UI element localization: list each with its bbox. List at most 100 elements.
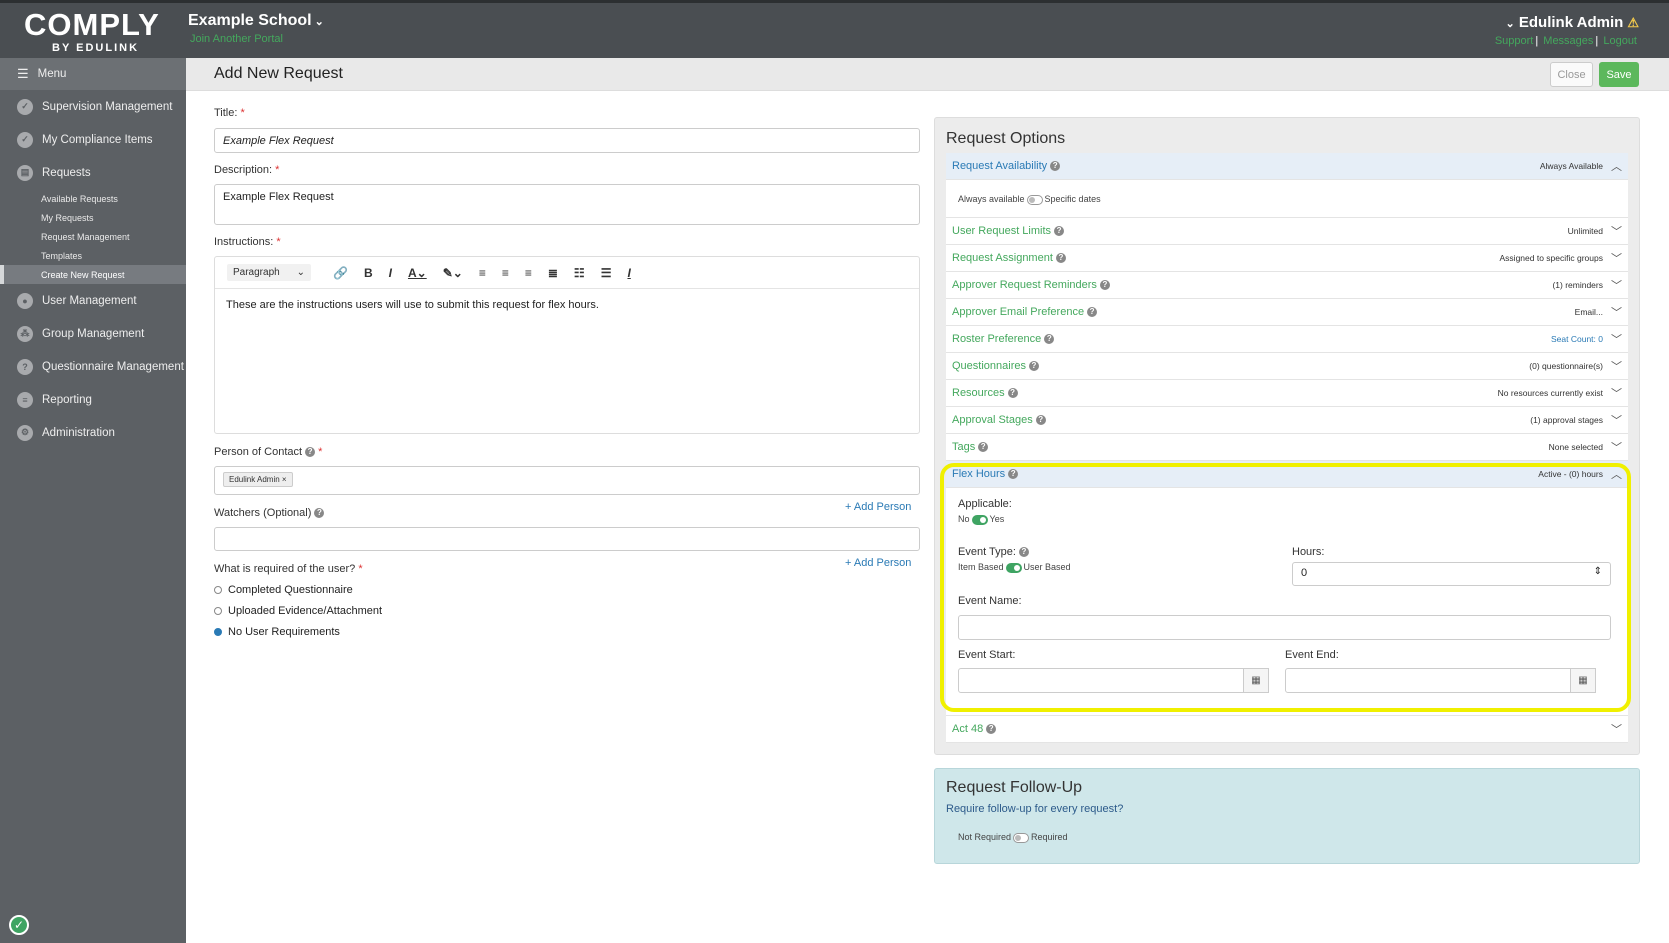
chevron-down-icon: ﹀ [1611,388,1622,400]
text-color-icon[interactable]: A⌄ [408,266,427,280]
help-icon[interactable]: ? [1035,415,1046,426]
sidebar-item-reporting[interactable]: ≡ Reporting [0,383,186,416]
save-button[interactable]: Save [1599,62,1639,87]
sidebar-sub-request-management[interactable]: Request Management [0,227,186,246]
sidebar-sub-available-requests[interactable]: Available Requests [0,189,186,208]
help-icon[interactable]: ? [1007,388,1018,399]
option-flex-hours[interactable]: Flex Hours? Active - (0) hours ︿ [946,461,1628,488]
option-request-availability[interactable]: Request Availability? Always Available ︿ [946,153,1628,180]
comply-logo[interactable]: COMPLY BY EDULINK [0,3,186,58]
school-selector[interactable]: Example School ⌄ [188,12,324,30]
event-name-label: Event Name: [958,595,1022,607]
bold-icon[interactable]: B [364,266,373,280]
help-icon[interactable]: ? [314,508,325,519]
help-icon[interactable]: ? [1008,469,1019,480]
align-right-icon[interactable]: ≡ [525,266,532,280]
sidebar-item-administration[interactable]: ⚙ Administration [0,416,186,449]
event-type-toggle[interactable] [1005,562,1022,573]
sidebar-item-user-management[interactable]: ● User Management [0,284,186,317]
sidebar-item-questionnaire-management[interactable]: ? Questionnaire Management [0,350,186,383]
option-approver-email-preference[interactable]: Approver Email Preference? Email... ﹀ [946,299,1628,326]
clear-format-icon[interactable]: I [627,266,630,280]
event-name-input[interactable] [958,615,1611,640]
add-contact-person-link[interactable]: + Add Person [845,501,911,513]
contact-input[interactable]: Edulink Admin × [214,466,920,495]
bullet-list-icon[interactable]: ☷ [574,266,585,280]
contact-tag[interactable]: Edulink Admin × [223,472,293,487]
highlight-color-icon[interactable]: ✎⌄ [443,266,463,280]
messages-link[interactable]: Messages [1543,35,1593,47]
option-user-request-limits[interactable]: User Request Limits? Unlimited ﹀ [946,218,1628,245]
help-icon[interactable]: ? [1055,253,1066,264]
radio-no-user-requirements[interactable]: No User Requirements [214,626,340,638]
option-value: Email... [1574,307,1603,317]
radio-uploaded-evidence[interactable]: Uploaded Evidence/Attachment [214,605,382,617]
help-icon[interactable]: ? [305,447,316,458]
join-portal-link[interactable]: Join Another Portal [190,33,283,45]
help-icon[interactable]: ? [978,442,989,453]
numbered-list-icon[interactable]: ☰ [601,266,612,280]
radio-dot[interactable] [214,586,222,594]
logout-link[interactable]: Logout [1603,35,1637,47]
admin-menu[interactable]: ⌄ Edulink Admin ⚠ [1506,14,1640,31]
radio-dot[interactable] [214,628,222,636]
option-resources[interactable]: Resources? No resources currently exist ﹀ [946,380,1628,407]
event-end-input[interactable] [1285,668,1571,693]
stepper-icon[interactable]: ⇕ [1594,566,1602,577]
sidebar-item-compliance[interactable]: ✓ My Compliance Items [0,123,186,156]
radio-dot[interactable] [214,607,222,615]
event-start-input[interactable] [958,668,1244,693]
sidebar-item-supervision[interactable]: ✓ Supervision Management [0,90,186,123]
chevron-down-icon: ⌄ [1505,18,1515,30]
option-tags[interactable]: Tags? None selected ﹀ [946,434,1628,461]
applicable-toggle[interactable] [971,514,988,525]
calendar-icon[interactable]: ▦ [1571,668,1596,693]
align-left-icon[interactable]: ≡ [479,266,486,280]
status-check-icon[interactable]: ✓ [9,915,29,935]
calendar-icon[interactable]: ▦ [1244,668,1269,693]
option-approver-request-reminders[interactable]: Approver Request Reminders? (1) reminders… [946,272,1628,299]
option-approval-stages[interactable]: Approval Stages? (1) approval stages ﹀ [946,407,1628,434]
add-watcher-person-link[interactable]: + Add Person [845,557,911,569]
instructions-text[interactable]: These are the instructions users will us… [215,289,919,321]
link-icon[interactable]: 🔗 [333,266,348,280]
help-icon[interactable]: ? [1087,307,1098,318]
align-center-icon[interactable]: ≡ [502,266,509,280]
option-name-text: Act 48 [952,723,984,735]
help-icon[interactable]: ? [1054,226,1065,237]
sidebar-sub-templates[interactable]: Templates [0,246,186,265]
help-icon[interactable]: ? [1044,334,1055,345]
sidebar-sub-create-new-request[interactable]: Create New Request [0,265,186,284]
option-request-assignment[interactable]: Request Assignment? Assigned to specific … [946,245,1628,272]
help-icon[interactable]: ? [986,724,997,735]
help-icon[interactable]: ? [1029,361,1039,372]
menu-toggle[interactable]: ☰ Menu [0,58,186,90]
help-icon[interactable]: ? [1018,547,1029,558]
align-justify-icon[interactable]: ≣ [548,266,558,280]
contact-label: Person of Contact? * [214,446,322,458]
sidebar-sub-my-requests[interactable]: My Requests [0,208,186,227]
sidebar-item-group-management[interactable]: ⁂ Group Management [0,317,186,350]
chevron-up-icon: ︿ [1611,161,1622,173]
toggle-right-label: Yes [989,514,1005,524]
watchers-input[interactable] [214,527,920,551]
option-roster-preference[interactable]: Roster Preference? Seat Count: 0 ﹀ [946,326,1628,353]
radio-completed-questionnaire[interactable]: Completed Questionnaire [214,584,353,596]
instructions-editor[interactable]: Paragraph ⌄ 🔗 B I A⌄ ✎⌄ ≡ ≡ ≡ ≣ ☷ ☰ I Th… [214,256,920,434]
availability-toggle[interactable] [1026,194,1043,205]
paragraph-select[interactable]: Paragraph ⌄ [227,264,311,281]
close-button[interactable]: Close [1550,62,1593,87]
request-options-heading: Request Options [946,130,1066,147]
sidebar-item-requests[interactable]: ▤ Requests [0,156,186,189]
option-act-48[interactable]: Act 48? ﹀ [946,716,1628,743]
support-link[interactable]: Support [1495,35,1534,47]
italic-icon[interactable]: I [389,266,392,280]
option-questionnaires[interactable]: Questionnaires? (0) questionnaire(s) ﹀ [946,353,1628,380]
followup-toggle[interactable] [1013,832,1030,843]
help-icon[interactable]: ? [1099,280,1110,291]
description-input[interactable]: Example Flex Request [214,184,920,225]
option-name: Request Assignment? [952,252,1500,264]
title-input[interactable]: Example Flex Request [214,128,920,153]
hours-input[interactable]: 0 ⇕ [1292,562,1611,586]
help-icon[interactable]: ? [1050,161,1061,172]
